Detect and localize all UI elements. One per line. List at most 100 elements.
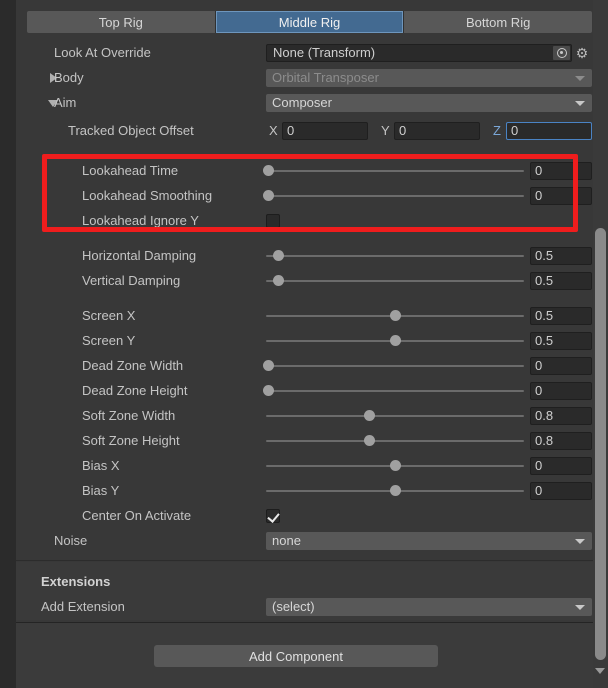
row-dead-zone-width: Dead Zone Width xyxy=(16,355,608,376)
horizontal-damping-value-input[interactable] xyxy=(530,246,592,265)
object-picker-icon[interactable] xyxy=(553,45,570,60)
row-body: Body Orbital Transposer xyxy=(16,65,608,90)
bias-x-value-input[interactable] xyxy=(530,456,592,475)
slider-track xyxy=(266,279,524,282)
offset-y-input[interactable] xyxy=(394,121,480,140)
slider-knob[interactable] xyxy=(363,410,375,421)
offset-x-input[interactable] xyxy=(282,121,368,140)
screen-y-label: Screen Y xyxy=(82,333,136,348)
lookahead-time-value-input[interactable] xyxy=(530,161,592,180)
vertical-scrollbar[interactable] xyxy=(593,0,608,688)
chevron-down-icon xyxy=(575,538,585,544)
offset-z-axis-label: Z xyxy=(493,123,501,138)
tab-bottom-rig-label: Bottom Rig xyxy=(466,14,531,30)
row-lookahead-ignore-y: Lookahead Ignore Y xyxy=(16,210,608,231)
screen-y-value-input[interactable] xyxy=(530,331,592,350)
row-screen-x: Screen X xyxy=(16,305,608,326)
add-component-button[interactable]: Add Component xyxy=(154,645,438,667)
left-gutter xyxy=(0,0,16,688)
slider-track xyxy=(266,439,524,442)
aim-dropdown-value: Composer xyxy=(272,95,332,110)
screen-x-label: Screen X xyxy=(82,308,136,323)
add-extension-dropdown[interactable]: (select) xyxy=(266,597,592,616)
body-dropdown[interactable]: Orbital Transposer xyxy=(266,68,592,87)
lookahead-smoothing-slider[interactable] xyxy=(263,187,524,205)
slider-track xyxy=(266,389,524,392)
body-dropdown-value: Orbital Transposer xyxy=(272,70,379,85)
dead-zone-height-label: Dead Zone Height xyxy=(82,383,188,398)
row-lookahead-smoothing: Lookahead Smoothing xyxy=(16,185,608,206)
bias-y-slider[interactable] xyxy=(266,482,524,500)
slider-track xyxy=(266,169,524,172)
inspector-content: Look At Override None (Transform) ⚙ Body xyxy=(16,40,608,563)
slider-knob[interactable] xyxy=(389,485,401,496)
aim-label: Aim xyxy=(54,95,77,110)
tracked-object-offset-vector3: X Y Z xyxy=(266,121,592,140)
add-extension-dropdown-value: (select) xyxy=(272,599,315,614)
gear-icon[interactable]: ⚙ xyxy=(572,44,592,62)
extensions-section: Extensions Add Extension (select) xyxy=(16,562,608,620)
slider-knob[interactable] xyxy=(273,250,285,261)
dead-zone-width-value-input[interactable] xyxy=(530,356,592,375)
slider-knob[interactable] xyxy=(273,275,285,286)
row-bias-x: Bias X xyxy=(16,455,608,476)
row-dead-zone-height: Dead Zone Height xyxy=(16,380,608,401)
screen-x-slider[interactable] xyxy=(266,307,524,325)
slider-knob[interactable] xyxy=(263,360,275,371)
lookahead-time-label: Lookahead Time xyxy=(82,163,179,178)
noise-dropdown[interactable]: none xyxy=(266,531,592,550)
soft-zone-width-value-input[interactable] xyxy=(530,406,592,425)
aim-dropdown[interactable]: Composer xyxy=(266,93,592,112)
tab-middle-rig[interactable]: Middle Rig xyxy=(215,11,405,33)
slider-knob[interactable] xyxy=(389,310,401,321)
chevron-down-icon xyxy=(575,604,585,610)
soft-zone-height-value-input[interactable] xyxy=(530,431,592,450)
slider-knob[interactable] xyxy=(389,335,401,346)
soft-zone-height-slider[interactable] xyxy=(266,432,524,450)
chevron-down-icon[interactable] xyxy=(595,668,605,674)
add-extension-label: Add Extension xyxy=(41,599,125,614)
bias-x-label: Bias X xyxy=(82,458,120,473)
vertical-damping-value-input[interactable] xyxy=(530,271,592,290)
tab-top-rig[interactable]: Top Rig xyxy=(27,11,216,33)
lookahead-smoothing-value-input[interactable] xyxy=(530,186,592,205)
dead-zone-width-label: Dead Zone Width xyxy=(82,358,184,373)
vertical-damping-slider[interactable] xyxy=(266,272,524,290)
bias-x-slider[interactable] xyxy=(266,457,524,475)
row-soft-zone-height: Soft Zone Height xyxy=(16,430,608,451)
row-tracked-object-offset: Tracked Object Offset X Y Z xyxy=(16,118,608,143)
body-label: Body xyxy=(54,70,84,85)
slider-knob[interactable] xyxy=(263,190,275,201)
center-on-activate-label: Center On Activate xyxy=(82,508,192,523)
tab-bottom-rig[interactable]: Bottom Rig xyxy=(404,11,592,33)
look-at-override-object-field[interactable]: None (Transform) xyxy=(266,43,572,62)
inspector-window: Top Rig Middle Rig Bottom Rig Look At Ov… xyxy=(0,0,608,688)
row-vertical-damping: Vertical Damping xyxy=(16,270,608,291)
slider-knob[interactable] xyxy=(363,435,375,446)
lookahead-time-slider[interactable] xyxy=(263,162,524,180)
horizontal-damping-slider[interactable] xyxy=(266,247,524,265)
row-screen-y: Screen Y xyxy=(16,330,608,351)
scrollbar-thumb[interactable] xyxy=(595,228,606,660)
row-center-on-activate: Center On Activate xyxy=(16,505,608,526)
center-on-activate-checkbox[interactable] xyxy=(266,508,280,523)
screen-x-value-input[interactable] xyxy=(530,306,592,325)
lookahead-ignore-y-checkbox[interactable] xyxy=(266,213,280,228)
dead-zone-height-value-input[interactable] xyxy=(530,381,592,400)
offset-z-input[interactable] xyxy=(506,121,592,140)
slider-track xyxy=(266,364,524,367)
soft-zone-width-label: Soft Zone Width xyxy=(82,408,176,423)
dead-zone-height-slider[interactable] xyxy=(263,382,524,400)
slider-track xyxy=(266,254,524,257)
slider-track xyxy=(266,194,524,197)
noise-label: Noise xyxy=(54,533,88,548)
footer-bar: Add Component xyxy=(16,622,608,688)
slider-knob[interactable] xyxy=(389,460,401,471)
screen-y-slider[interactable] xyxy=(266,332,524,350)
slider-knob[interactable] xyxy=(263,385,275,396)
slider-knob[interactable] xyxy=(263,165,275,176)
dead-zone-width-slider[interactable] xyxy=(263,357,524,375)
soft-zone-height-label: Soft Zone Height xyxy=(82,433,180,448)
bias-y-value-input[interactable] xyxy=(530,481,592,500)
soft-zone-width-slider[interactable] xyxy=(266,407,524,425)
